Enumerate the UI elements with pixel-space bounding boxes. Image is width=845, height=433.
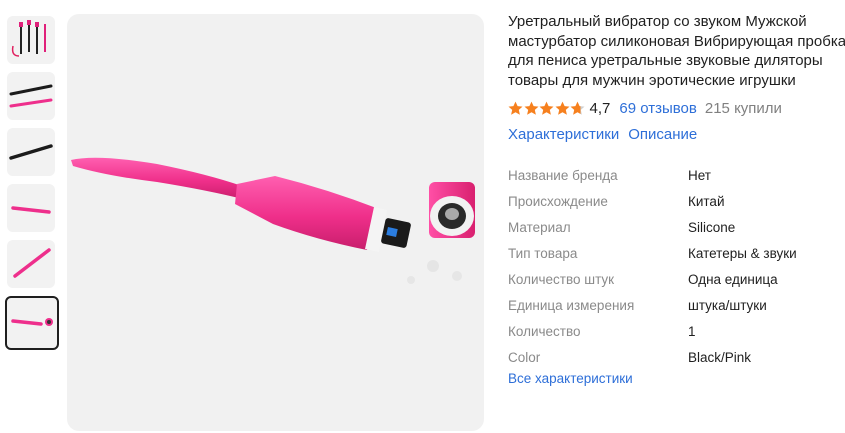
spec-key: Название бренда: [508, 167, 618, 183]
thumbnail-3[interactable]: [7, 128, 55, 176]
all-specs-link[interactable]: Все характеристики: [508, 371, 633, 386]
product-set-icon: [11, 20, 46, 57]
main-product-image[interactable]: [67, 14, 484, 431]
spec-key: Происхождение: [508, 193, 608, 209]
star-icon: [508, 101, 523, 115]
black-device-icon: [9, 144, 53, 160]
specifications-list: Название бренда Нет Происхождение Китай …: [508, 162, 838, 370]
thumbnail-1[interactable]: [7, 16, 55, 64]
spec-value: Катетеры & звуки: [688, 245, 797, 261]
product-title: Уретральный вибратор со звуком Мужской м…: [508, 12, 845, 90]
spec-row: Количество штук Одна единица: [508, 266, 838, 292]
spec-value: штука/штуки: [688, 297, 767, 313]
star-icon: [539, 101, 554, 115]
product-title-line-1: Уретральный вибратор со звуком Мужской: [508, 13, 807, 30]
product-title-line-4: товары для мужчин эротические игрушки: [508, 71, 796, 89]
spec-row: Количество 1: [508, 318, 838, 344]
spec-key: Материал: [508, 219, 571, 235]
pink-device-icon: [11, 206, 51, 214]
spec-value: 1: [688, 323, 696, 339]
rating-value: 4,7: [589, 99, 611, 117]
spec-row: Материал Silicone: [508, 214, 838, 240]
product-info: Уретральный вибратор со звуком Мужской м…: [508, 12, 845, 144]
spec-value: Одна единица: [688, 271, 778, 287]
spec-row: Color Black/Pink: [508, 344, 838, 370]
thumbnail-4[interactable]: [7, 184, 55, 232]
spec-row: Тип товара Катетеры & звуки: [508, 240, 838, 266]
info-tabs: Характеристики Описание: [508, 124, 845, 144]
reviews-link[interactable]: 69 отзывов: [619, 100, 697, 117]
thumbnail-6-selected[interactable]: [5, 296, 59, 350]
product-title-line-3: для пениса уретральные звуковые диляторы: [508, 52, 823, 69]
product-title-line-2: мастурбатор силиконовая Вибрирующая проб…: [508, 32, 845, 50]
star-icon: [570, 101, 585, 115]
thumbnail-2[interactable]: [7, 72, 55, 120]
pink-device-open-icon: [11, 318, 53, 326]
spec-row: Название бренда Нет: [508, 162, 838, 188]
urethral-vibrator-image: [71, 157, 475, 284]
tab-characteristics[interactable]: Характеристики: [508, 126, 619, 143]
thumbnail-5[interactable]: [7, 240, 55, 288]
thumbnail-list: [4, 16, 59, 358]
star-icon: [524, 101, 538, 115]
spec-key: Color: [508, 349, 541, 365]
spec-row: Единица измерения штука/штуки: [508, 292, 838, 318]
spec-value: Нет: [688, 167, 711, 183]
spec-value: Silicone: [688, 219, 736, 235]
rating-stars: [508, 101, 586, 116]
spec-value: Black/Pink: [688, 349, 752, 365]
tab-description[interactable]: Описание: [628, 126, 697, 143]
rating-row: 4,7 69 отзывов 215 купили: [508, 98, 845, 118]
star-icon: [555, 101, 569, 115]
spec-row: Происхождение Китай: [508, 188, 838, 214]
sold-count: 215 купили: [704, 99, 782, 117]
spec-key: Тип товара: [508, 245, 578, 261]
spec-value: Китай: [688, 193, 725, 209]
pink-device-icon: [13, 248, 51, 278]
spec-key: Количество: [508, 323, 581, 339]
black-pink-pair-icon: [9, 84, 53, 108]
spec-key: Единица измерения: [508, 297, 635, 313]
spec-key: Количество штук: [508, 271, 615, 287]
